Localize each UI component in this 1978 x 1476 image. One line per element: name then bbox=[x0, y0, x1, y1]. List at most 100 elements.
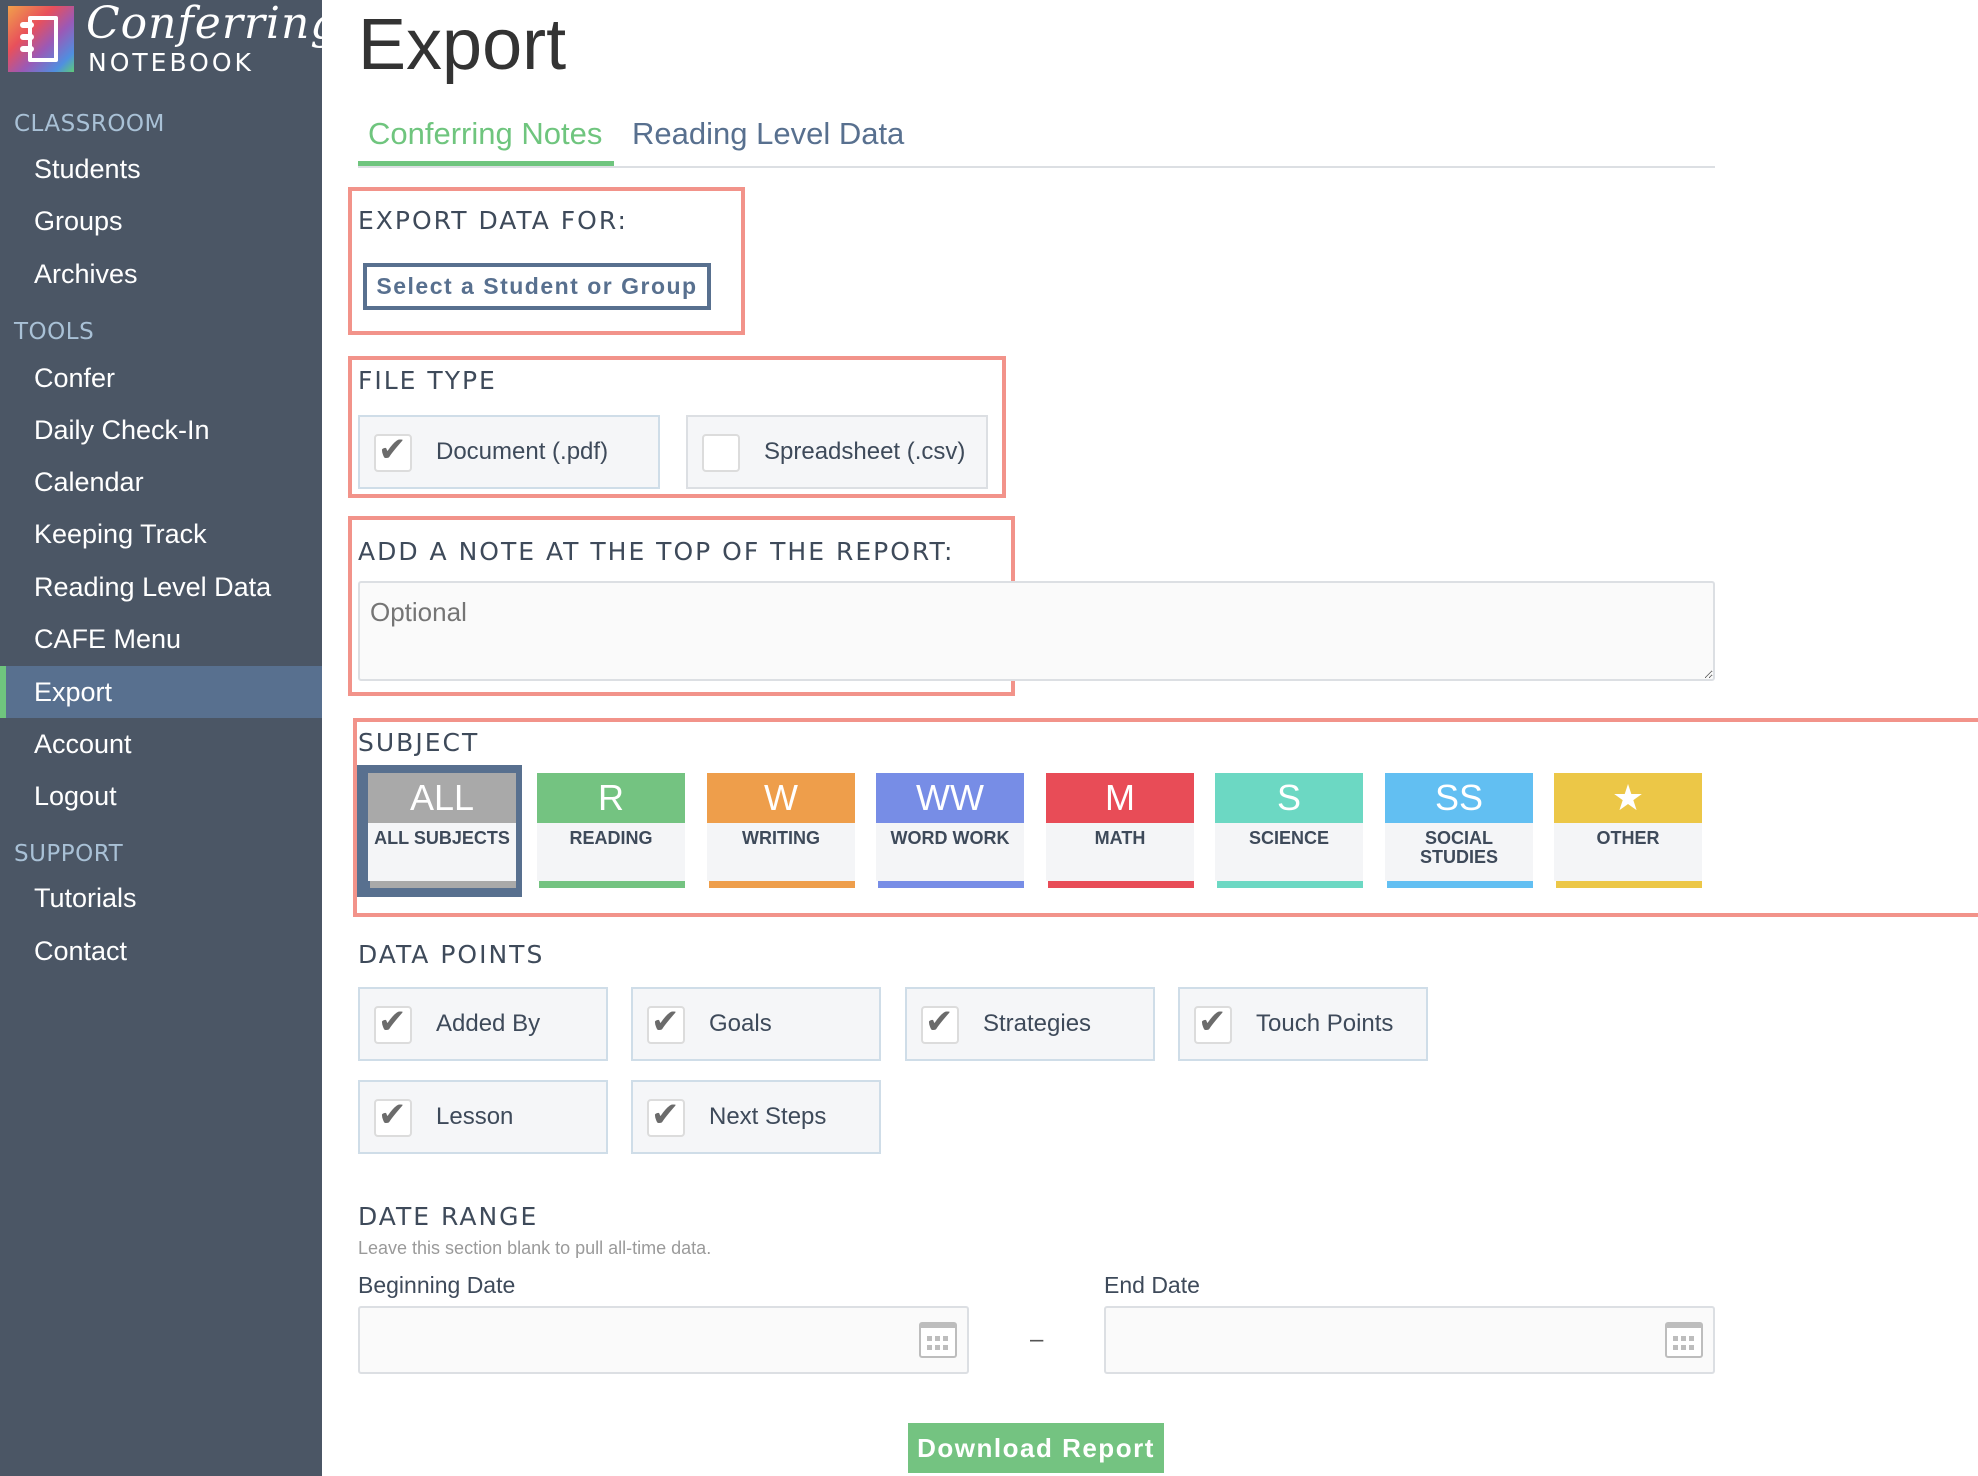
sidebar-item-students[interactable]: Students bbox=[0, 143, 322, 195]
nav-section-classroom: CLASSROOM bbox=[14, 111, 165, 137]
date-separator: – bbox=[1030, 1326, 1044, 1353]
subject-color-bar bbox=[709, 881, 855, 888]
checkmark-icon: ✔ bbox=[651, 1096, 680, 1134]
subject-abbr: R bbox=[537, 773, 685, 823]
pdf-label: Document (.pdf) bbox=[436, 438, 609, 465]
subject-word-work[interactable]: WW WORD WORK bbox=[876, 773, 1024, 888]
subject-name: WRITING bbox=[707, 823, 855, 881]
subject-abbr: M bbox=[1046, 773, 1194, 823]
date-range-hint: Leave this section blank to pull all-tim… bbox=[358, 1238, 712, 1258]
sidebar-item-groups[interactable]: Groups bbox=[0, 195, 322, 247]
checkbox[interactable]: ✔ bbox=[374, 1003, 412, 1044]
sidebar-item-contact[interactable]: Contact bbox=[0, 925, 322, 977]
subject-color-bar bbox=[1556, 881, 1702, 888]
report-note-input[interactable] bbox=[358, 581, 1715, 681]
data-point-goals[interactable]: ✔ Goals bbox=[631, 987, 881, 1061]
data-point-touch-points[interactable]: ✔ Touch Points bbox=[1178, 987, 1428, 1061]
subject-abbr: WW bbox=[876, 773, 1024, 823]
sidebar-item-keeping-track[interactable]: Keeping Track bbox=[0, 508, 322, 560]
data-point-lesson[interactable]: ✔ Lesson bbox=[358, 1080, 608, 1154]
data-point-label: Next Steps bbox=[709, 1103, 827, 1130]
checkbox[interactable]: ✔ bbox=[647, 1096, 685, 1137]
sidebar-item-daily-check-in[interactable]: Daily Check-In bbox=[0, 404, 322, 456]
subject-name: WORD WORK bbox=[876, 823, 1024, 881]
note-label: ADD A NOTE AT THE TOP OF THE REPORT: bbox=[358, 537, 955, 566]
notebook-logo-icon bbox=[8, 6, 74, 72]
calendar-icon[interactable] bbox=[1665, 1322, 1703, 1358]
file-type-label: FILE TYPE bbox=[358, 366, 497, 395]
tab-conferring-notes[interactable]: Conferring Notes bbox=[358, 112, 614, 166]
subject-name: READING bbox=[537, 823, 685, 881]
data-point-strategies[interactable]: ✔ Strategies bbox=[905, 987, 1155, 1061]
subject-color-bar bbox=[1387, 881, 1533, 888]
data-point-label: Strategies bbox=[983, 1010, 1092, 1037]
checkmark-icon: ✔ bbox=[378, 1096, 407, 1134]
subject-name: SCIENCE bbox=[1215, 823, 1363, 881]
pdf-checkbox[interactable]: ✔ bbox=[374, 431, 412, 472]
sidebar-item-account[interactable]: Account bbox=[0, 718, 322, 770]
calendar-icon[interactable] bbox=[919, 1322, 957, 1358]
data-points-label: DATA POINTS bbox=[358, 940, 545, 969]
file-type-csv-option[interactable]: Spreadsheet (.csv) bbox=[686, 415, 988, 489]
sidebar-item-cafe-menu[interactable]: CAFE Menu bbox=[0, 613, 322, 665]
tab-bar: Conferring Notes Reading Level Data bbox=[358, 112, 1715, 168]
data-point-label: Touch Points bbox=[1256, 1010, 1394, 1037]
subject-label: SUBJECT bbox=[358, 728, 480, 757]
sidebar-item-reading-level-data[interactable]: Reading Level Data bbox=[0, 561, 322, 613]
subject-other[interactable]: ★ OTHER bbox=[1554, 773, 1702, 888]
subject-color-bar bbox=[1048, 881, 1194, 888]
logo-subtext: NOTEBOOK bbox=[88, 48, 254, 77]
csv-checkbox[interactable] bbox=[702, 434, 740, 472]
checkmark-icon: ✔ bbox=[651, 1003, 680, 1041]
download-report-button[interactable]: Download Report bbox=[908, 1423, 1164, 1473]
subject-color-bar bbox=[1217, 881, 1363, 888]
subject-color-bar bbox=[878, 881, 1024, 888]
logo[interactable]: Conferring NOTEBOOK bbox=[8, 0, 338, 77]
subject-reading[interactable]: R READING bbox=[537, 773, 685, 888]
checkbox[interactable]: ✔ bbox=[374, 1096, 412, 1137]
checkmark-icon: ✔ bbox=[925, 1003, 954, 1041]
subject-name: MATH bbox=[1046, 823, 1194, 881]
checkbox[interactable]: ✔ bbox=[921, 1003, 959, 1044]
checkbox[interactable]: ✔ bbox=[647, 1003, 685, 1044]
sidebar-item-confer[interactable]: Confer bbox=[0, 352, 322, 404]
date-range-label: DATE RANGE bbox=[358, 1202, 539, 1231]
checkmark-icon: ✔ bbox=[378, 1003, 407, 1041]
subject-abbr: SS bbox=[1385, 773, 1533, 823]
sidebar-item-tutorials[interactable]: Tutorials bbox=[0, 872, 322, 924]
beginning-date-input[interactable] bbox=[358, 1306, 969, 1374]
checkbox[interactable]: ✔ bbox=[1194, 1003, 1232, 1044]
data-point-label: Added By bbox=[436, 1010, 541, 1037]
subject-writing[interactable]: W WRITING bbox=[707, 773, 855, 888]
tab-reading-level-data[interactable]: Reading Level Data bbox=[622, 112, 914, 166]
checkmark-icon: ✔ bbox=[378, 431, 407, 469]
sidebar-item-calendar[interactable]: Calendar bbox=[0, 456, 322, 508]
sidebar-item-archives[interactable]: Archives bbox=[0, 248, 322, 300]
logo-text: Conferring bbox=[86, 0, 340, 49]
page-title: Export bbox=[358, 5, 567, 85]
nav-section-tools: TOOLS bbox=[14, 319, 95, 345]
subject-abbr: W bbox=[707, 773, 855, 823]
file-type-pdf-option[interactable]: ✔ Document (.pdf) bbox=[358, 415, 660, 489]
subject-all-subjects[interactable]: ALL ALL SUBJECTS bbox=[368, 773, 516, 888]
data-point-added-by[interactable]: ✔ Added By bbox=[358, 987, 608, 1061]
select-student-or-group-button[interactable]: Select a Student or Group bbox=[363, 263, 711, 310]
beginning-date-label: Beginning Date bbox=[358, 1272, 516, 1298]
subject-color-bar bbox=[539, 881, 685, 888]
subject-math[interactable]: M MATH bbox=[1046, 773, 1194, 888]
subject-abbr: S bbox=[1215, 773, 1363, 823]
sidebar-item-export[interactable]: Export bbox=[0, 666, 322, 718]
subject-name: OTHER bbox=[1554, 823, 1702, 881]
subject-color-bar bbox=[370, 881, 516, 888]
export-for-label: EXPORT DATA FOR: bbox=[358, 206, 628, 235]
subject-science[interactable]: S SCIENCE bbox=[1215, 773, 1363, 888]
subject-abbr: ALL bbox=[368, 773, 516, 823]
subject-name: ALL SUBJECTS bbox=[368, 823, 516, 881]
end-date-input[interactable] bbox=[1104, 1306, 1715, 1374]
subject-social-studies[interactable]: SS SOCIAL STUDIES bbox=[1385, 773, 1533, 888]
end-date-label: End Date bbox=[1104, 1272, 1200, 1298]
nav-section-support: SUPPORT bbox=[14, 841, 124, 867]
sidebar: Conferring NOTEBOOK CLASSROOM Students G… bbox=[0, 0, 338, 1476]
data-point-next-steps[interactable]: ✔ Next Steps bbox=[631, 1080, 881, 1154]
sidebar-item-logout[interactable]: Logout bbox=[0, 770, 322, 822]
